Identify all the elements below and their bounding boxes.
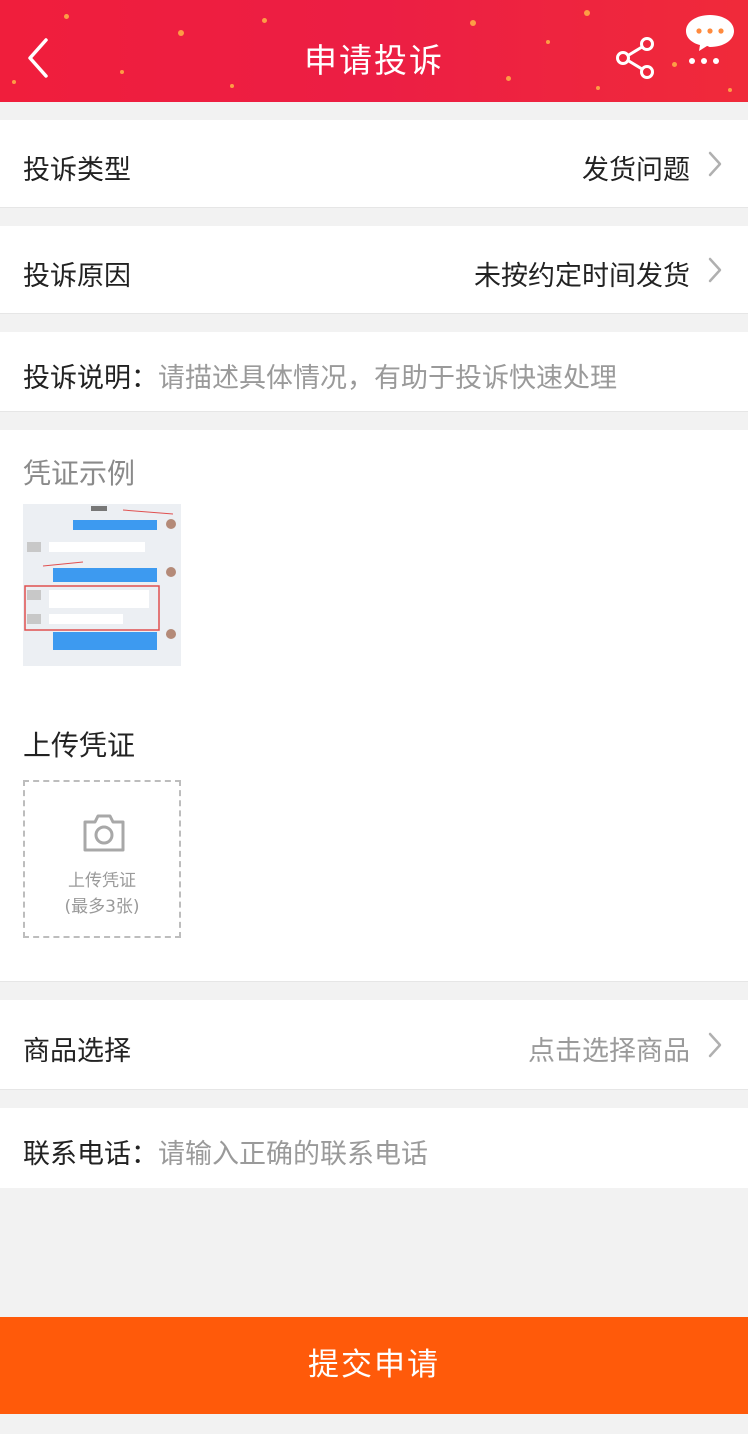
chevron-right-icon xyxy=(708,257,722,283)
upload-evidence-title: 上传凭证 xyxy=(23,729,136,762)
product-select-label: 商品选择 xyxy=(23,1036,131,1067)
complaint-description-label: 投诉说明： xyxy=(23,363,158,394)
chevron-right-icon xyxy=(708,151,722,177)
upload-limit-hint: (最多3张) xyxy=(64,897,140,917)
contact-phone-field: 联系电话：请输入正确的联系电话 xyxy=(23,1132,428,1171)
upload-button-label: 上传凭证 xyxy=(68,871,136,891)
message-button[interactable] xyxy=(684,12,736,68)
contact-phone-label: 联系电话： xyxy=(23,1139,158,1170)
complaint-reason-row[interactable]: 投诉原因 未按约定时间发货 xyxy=(0,226,748,314)
complaint-type-label: 投诉类型 xyxy=(23,155,131,186)
contact-phone-row[interactable]: 联系电话：请输入正确的联系电话 xyxy=(0,1108,748,1188)
submit-button[interactable]: 提交申请 xyxy=(0,1317,748,1414)
share-button[interactable] xyxy=(614,36,658,80)
upload-evidence-button[interactable]: 上传凭证 (最多3张) xyxy=(23,780,181,938)
product-select-placeholder: 点击选择商品 xyxy=(528,1036,690,1067)
share-icon xyxy=(616,37,654,79)
complaint-description-row[interactable]: 投诉说明：请描述具体情况，有助于投诉快速处理 xyxy=(0,332,748,412)
chevron-right-icon xyxy=(708,1032,722,1058)
chat-screenshot-thumbnail xyxy=(23,504,181,666)
evidence-example-title: 凭证示例 xyxy=(23,457,136,490)
complaint-type-row[interactable]: 投诉类型 发货问题 xyxy=(0,120,748,208)
message-bubble-icon xyxy=(686,15,734,64)
app-header: 申请投诉 xyxy=(0,0,748,102)
complaint-reason-label: 投诉原因 xyxy=(23,261,131,292)
complaint-type-value: 发货问题 xyxy=(582,155,690,186)
complaint-reason-value: 未按约定时间发货 xyxy=(474,261,690,292)
evidence-example-image[interactable] xyxy=(23,504,181,666)
complaint-description-input[interactable]: 请描述具体情况，有助于投诉快速处理 xyxy=(158,363,617,394)
camera-icon xyxy=(83,814,125,852)
evidence-section: 凭证示例 上传凭证 上传凭证 (最多3张) xyxy=(0,430,748,982)
complaint-description-field: 投诉说明：请描述具体情况，有助于投诉快速处理 xyxy=(23,356,617,395)
product-select-row[interactable]: 商品选择 点击选择商品 xyxy=(0,1000,748,1090)
contact-phone-input[interactable]: 请输入正确的联系电话 xyxy=(158,1139,428,1170)
